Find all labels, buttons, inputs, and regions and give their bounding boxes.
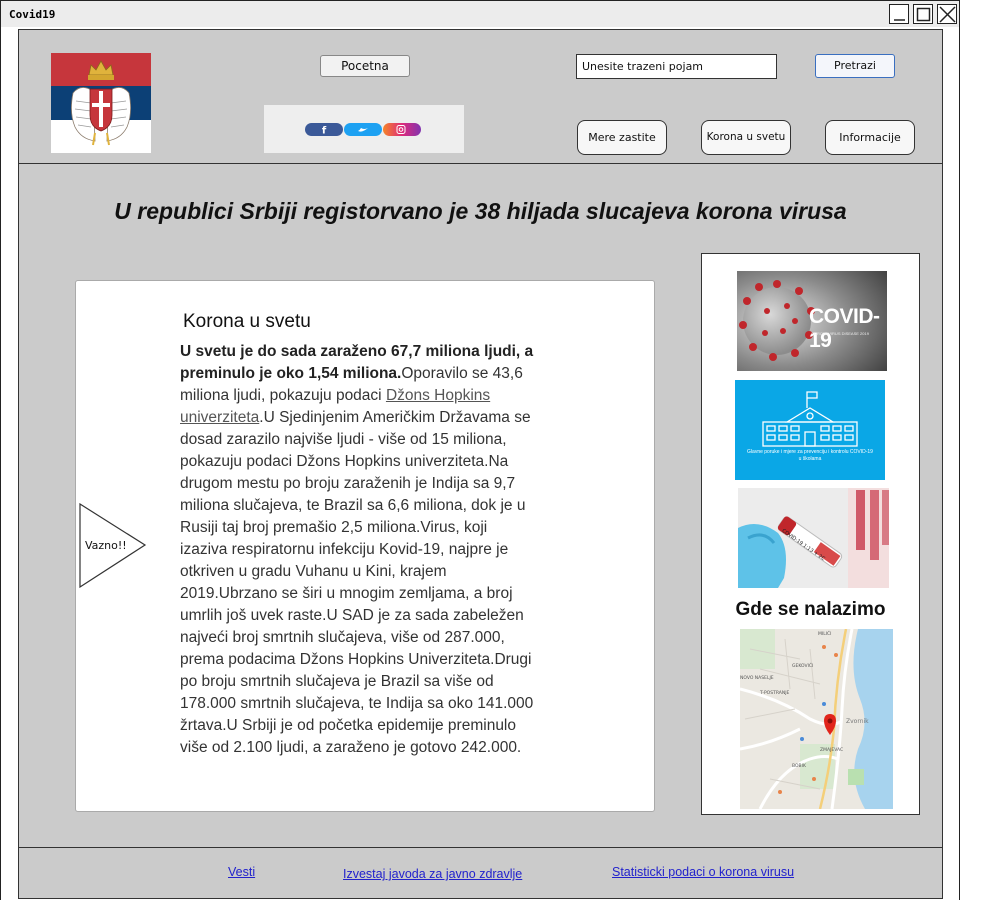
header-divider [18,163,943,164]
covid-test-tube-image: COVID-19 1:13 + 2C [738,488,889,588]
nav-korona-u-svetu[interactable]: Korona u svetu [701,120,791,155]
covid-banner-subtitle: CORONAVIRUS DISEASE 2019 [811,331,869,336]
map-label: ZMAJEVAC [820,747,843,753]
map-label: T-POSTRANJE [759,690,790,696]
article-text-b: .U Sjedinjenim Američkim Državama se dos… [180,409,534,756]
search-button[interactable]: Pretrazi [815,54,895,78]
covid-banner-image: COVID-19 CORONAVIRUS DISEASE 2019 [737,271,887,371]
map-label: NOVO NASELJE [740,675,774,681]
article-title: Korona u svetu [183,311,311,332]
close-icon[interactable] [937,4,957,24]
twitter-icon[interactable] [344,123,382,136]
map-label: MILIĆI [818,630,832,637]
school-image-caption: Glavne poruke i mjere za prevenciju i ko… [747,449,873,462]
article-card: Korona u svetu U svetu je do sada zaraže… [75,280,655,812]
article-body: U svetu je do sada zaraženo 67,7 miliona… [180,341,535,759]
serbia-flag-logo [51,53,151,153]
window-titlebar: Covid19 [0,0,960,28]
footer-link-statisticki[interactable]: Statisticki podaci o korona virusu [612,865,794,879]
footer-divider [18,847,943,848]
nav-informacije[interactable]: Informacije [825,120,915,155]
footer-link-izvestaj[interactable]: Izvestaj javoda za javno zdravlje [343,867,522,881]
map-label: BOBIK [792,763,807,769]
location-map[interactable]: MILIĆI GEKOVIĆI NOVO NASELJE T-POSTRANJE… [740,629,893,809]
school-guidelines-image: Glavne poruke i mjere za prevenciju i ko… [735,380,885,480]
maximize-icon[interactable] [913,4,933,24]
map-label: Zvornik [846,718,869,725]
instagram-icon[interactable] [383,123,421,136]
home-button[interactable]: Pocetna [320,55,410,77]
facebook-icon[interactable]: f [305,123,343,136]
window-title: Covid19 [9,8,56,21]
search-input[interactable] [576,54,777,79]
important-callout: Vazno!! [79,503,147,588]
callout-label: Vazno!! [85,539,127,552]
footer-link-vesti[interactable]: Vesti [228,865,255,879]
map-label: GEKOVIĆI [792,662,813,669]
location-title: Gde se nalazimo [735,599,886,620]
covid-banner-title: COVID-19 [809,305,880,352]
nav-mere-zastite[interactable]: Mere zastite [577,120,667,155]
svg-text:f: f [322,126,327,137]
minimize-icon[interactable] [889,4,909,24]
social-links-bar: f [264,105,464,153]
page-headline: U republici Srbiji registorvano je 38 hi… [114,198,847,224]
